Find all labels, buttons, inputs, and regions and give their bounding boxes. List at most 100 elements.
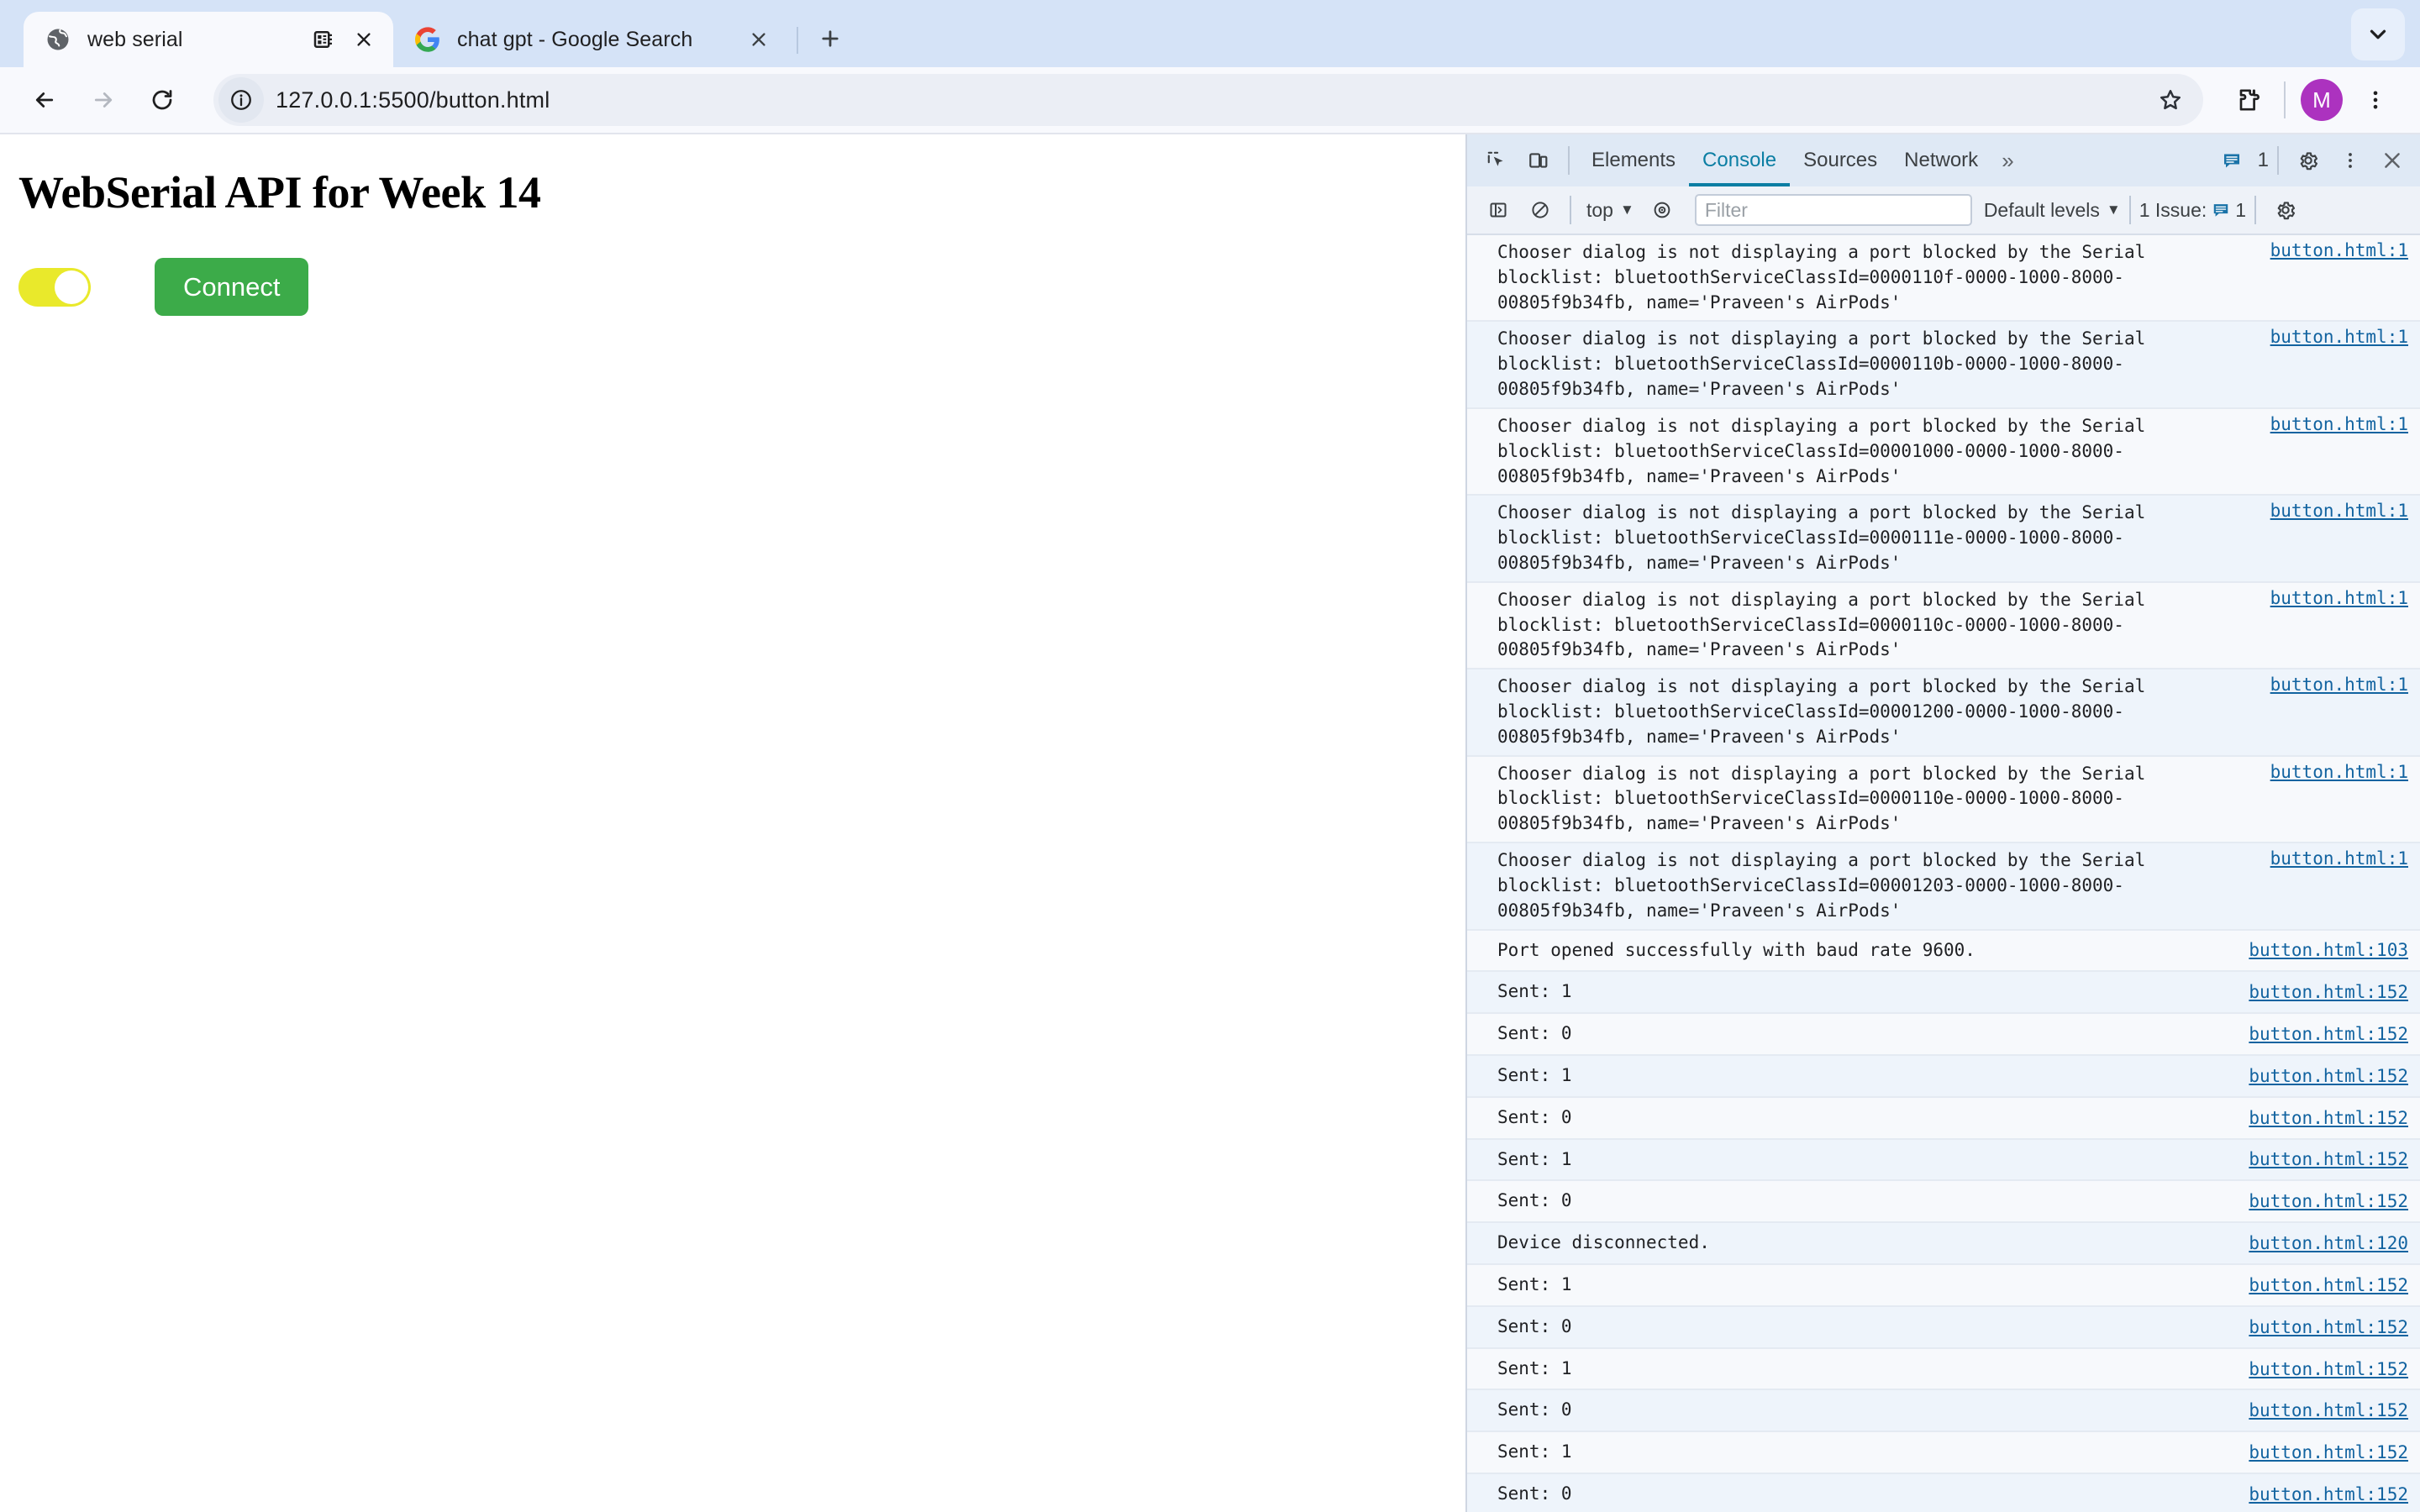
console-message-row[interactable]: Chooser dialog is not displaying a port … xyxy=(1467,582,2420,670)
console-message-row[interactable]: Chooser dialog is not displaying a port … xyxy=(1467,669,2420,757)
console-message-source-link[interactable]: button.html:1 xyxy=(2270,675,2420,695)
filterbar-divider xyxy=(2254,196,2257,224)
log-levels-selector[interactable]: Default levels ▼ xyxy=(1984,199,2121,222)
console-filter-bar: top ▼ Filter Default levels ▼ 1 Issue: 1 xyxy=(1467,186,2420,235)
console-message-text: Chooser dialog is not displaying a port … xyxy=(1497,850,2156,921)
new-tab-button[interactable] xyxy=(807,15,854,62)
back-arrow-icon[interactable] xyxy=(18,74,71,126)
console-message-row[interactable]: Device disconnected. button.html:120 xyxy=(1467,1223,2420,1265)
issues-badge-icon[interactable] xyxy=(2211,139,2253,181)
browser-window: web serial chat gpt - Google Search 127.… xyxy=(0,0,2420,1512)
inspect-element-icon[interactable] xyxy=(1476,139,1518,181)
console-message-row[interactable]: Chooser dialog is not displaying a port … xyxy=(1467,843,2420,931)
console-message-row[interactable]: Sent: 1 button.html:152 xyxy=(1467,1265,2420,1307)
puzzle-piece-icon[interactable] xyxy=(2222,74,2274,126)
console-message-text: Sent: 0 xyxy=(1497,1483,1572,1504)
led-toggle-switch[interactable] xyxy=(18,267,91,307)
console-message-row[interactable]: Sent: 0 button.html:152 xyxy=(1467,1181,2420,1224)
console-message-source-link[interactable]: button.html:152 xyxy=(2249,1484,2420,1504)
console-message-text: Sent: 1 xyxy=(1497,1441,1572,1462)
console-message-row[interactable]: Sent: 1 button.html:152 xyxy=(1467,1432,2420,1475)
console-message-row[interactable]: Sent: 1 button.html:152 xyxy=(1467,1055,2420,1098)
chevron-down-icon[interactable] xyxy=(2351,8,2405,60)
connect-button[interactable]: Connect xyxy=(155,258,309,317)
console-message-row[interactable]: Chooser dialog is not displaying a port … xyxy=(1467,756,2420,844)
reload-icon[interactable] xyxy=(136,74,188,126)
console-message-row[interactable]: Sent: 0 button.html:152 xyxy=(1467,1014,2420,1056)
console-message-source-link[interactable]: button.html:1 xyxy=(2270,848,2420,869)
browser-toolbar: 127.0.0.1:5500/button.html M xyxy=(0,67,2420,133)
console-message-row[interactable]: Sent: 1 button.html:152 xyxy=(1467,1139,2420,1182)
console-message-source-link[interactable]: button.html:1 xyxy=(2270,414,2420,434)
console-message-text: Chooser dialog is not displaying a port … xyxy=(1497,328,2156,400)
google-icon xyxy=(415,27,440,52)
console-message-text: Port opened successfully with baud rate … xyxy=(1497,939,1975,960)
console-message-text: Sent: 0 xyxy=(1497,1315,1572,1336)
chevron-down-icon: ▼ xyxy=(1619,202,1634,218)
console-message-source-link[interactable]: button.html:152 xyxy=(2249,1066,2420,1086)
console-message-row[interactable]: Sent: 0 button.html:152 xyxy=(1467,1474,2420,1512)
console-message-source-link[interactable]: button.html:120 xyxy=(2249,1233,2420,1253)
star-icon[interactable] xyxy=(2148,77,2193,123)
console-sidebar-icon[interactable] xyxy=(1477,189,1519,231)
browser-tab-chat-gpt[interactable]: chat gpt - Google Search xyxy=(393,12,788,67)
tab-console[interactable]: Console xyxy=(1689,134,1790,186)
console-message-row[interactable]: Sent: 1 button.html:152 xyxy=(1467,1348,2420,1391)
clear-console-icon[interactable] xyxy=(1519,189,1561,231)
console-message-row[interactable]: Chooser dialog is not displaying a port … xyxy=(1467,496,2420,583)
console-message-source-link[interactable]: button.html:152 xyxy=(2249,1317,2420,1337)
browser-tab-web-serial[interactable]: web serial xyxy=(24,12,393,67)
kebab-menu-icon[interactable] xyxy=(2349,74,2402,126)
device-toolbar-icon[interactable] xyxy=(1518,139,1560,181)
kebab-menu-icon[interactable] xyxy=(2329,139,2371,181)
tab-close-button[interactable] xyxy=(350,25,378,54)
gear-icon[interactable] xyxy=(2265,189,2307,231)
console-message-source-link[interactable]: button.html:152 xyxy=(2249,1108,2420,1128)
console-message-source-link[interactable]: button.html:152 xyxy=(2249,1149,2420,1169)
tab-sources[interactable]: Sources xyxy=(1790,134,1891,186)
serial-port-indicator-icon[interactable] xyxy=(311,27,336,52)
devtools-divider xyxy=(2277,146,2279,175)
console-message-source-link[interactable]: button.html:152 xyxy=(2249,982,2420,1002)
more-tabs-icon[interactable]: » xyxy=(1991,148,2023,174)
console-message-source-link[interactable]: button.html:152 xyxy=(2249,1275,2420,1295)
console-message-source-link[interactable]: button.html:152 xyxy=(2249,1359,2420,1379)
issues-summary[interactable]: 1 Issue: 1 xyxy=(2139,189,2246,231)
console-message-row[interactable]: Chooser dialog is not displaying a port … xyxy=(1467,322,2420,409)
console-message-row[interactable]: Sent: 0 button.html:152 xyxy=(1467,1306,2420,1349)
console-message-source-link[interactable]: button.html:152 xyxy=(2249,1024,2420,1044)
console-message-source-link[interactable]: button.html:152 xyxy=(2249,1191,2420,1211)
console-message-source-link[interactable]: button.html:1 xyxy=(2270,240,2420,260)
console-message-text: Sent: 0 xyxy=(1497,1106,1572,1127)
console-message-row[interactable]: Sent: 0 button.html:152 xyxy=(1467,1097,2420,1140)
console-message-source-link[interactable]: button.html:152 xyxy=(2249,1400,2420,1420)
console-message-source-link[interactable]: button.html:103 xyxy=(2249,940,2420,960)
console-message-row[interactable]: Sent: 1 button.html:152 xyxy=(1467,972,2420,1015)
address-bar[interactable]: 127.0.0.1:5500/button.html xyxy=(213,74,2203,126)
console-message-source-link[interactable]: button.html:1 xyxy=(2270,501,2420,521)
avatar[interactable]: M xyxy=(2301,79,2343,121)
console-message-row[interactable]: Port opened successfully with baud rate … xyxy=(1467,930,2420,973)
execution-context-selector[interactable]: top ▼ xyxy=(1580,199,1641,222)
console-message-source-link[interactable]: button.html:152 xyxy=(2249,1442,2420,1462)
tab-title: chat gpt - Google Search xyxy=(457,27,693,51)
console-message-row[interactable]: Chooser dialog is not displaying a port … xyxy=(1467,235,2420,323)
eye-icon[interactable] xyxy=(1641,189,1683,231)
console-message-list[interactable]: Chooser dialog is not displaying a port … xyxy=(1467,235,2420,1512)
console-message-source-link[interactable]: button.html:1 xyxy=(2270,762,2420,782)
gear-icon[interactable] xyxy=(2287,139,2329,181)
devtools-tabbar-right: 1 xyxy=(2211,139,2420,181)
tab-network[interactable]: Network xyxy=(1891,134,1991,186)
issues-count: 1 xyxy=(2235,198,2247,221)
tab-elements[interactable]: Elements xyxy=(1578,134,1689,186)
console-message-row[interactable]: Chooser dialog is not displaying a port … xyxy=(1467,408,2420,496)
console-message-row[interactable]: Sent: 0 button.html:152 xyxy=(1467,1390,2420,1433)
console-message-source-link[interactable]: button.html:1 xyxy=(2270,327,2420,347)
tab-close-button[interactable] xyxy=(744,25,773,54)
close-icon[interactable] xyxy=(2371,139,2413,181)
console-message-text: Sent: 0 xyxy=(1497,1399,1572,1420)
chevron-down-icon: ▼ xyxy=(2106,202,2121,218)
console-message-source-link[interactable]: button.html:1 xyxy=(2270,588,2420,608)
info-circle-icon[interactable] xyxy=(218,77,264,123)
filter-input[interactable]: Filter xyxy=(1694,194,1972,226)
